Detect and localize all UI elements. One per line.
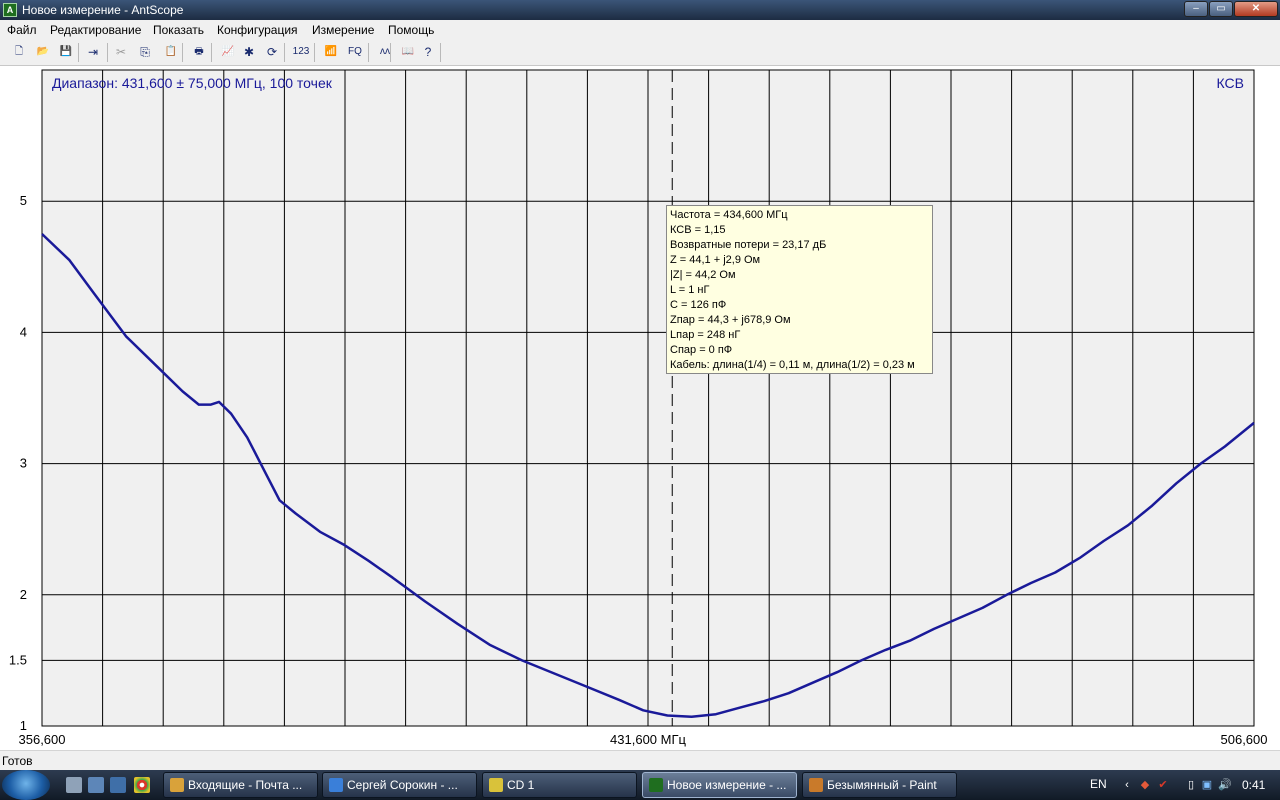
chart-title: Диапазон: 431,600 ± 75,000 МГц, 100 точе… bbox=[52, 75, 333, 91]
readout-parallel-impedance: Zпар = 44,3 + j678,9 Ом bbox=[670, 314, 791, 326]
chart-area: 1 1.5 2 3 4 5 356,600 431,600 МГц 506,600 Диапазо… bbox=[0, 66, 1280, 750]
settings-star-icon[interactable]: ✱ bbox=[240, 43, 258, 61]
readout-return-loss: Возвратные потери = 23,17 дБ bbox=[670, 239, 827, 251]
task-cd1[interactable]: CD 1 bbox=[482, 772, 637, 798]
taskbar: Входящие - Почта ... Сергей Сорокин - ...… bbox=[0, 770, 1280, 800]
title-bar: A Новое измерение - AntScope – ▭ ✕ bbox=[0, 0, 1280, 20]
y-tick-label: 2 bbox=[20, 587, 27, 602]
window-title: Новое измерение - AntScope bbox=[22, 3, 184, 17]
toolbar-separator bbox=[284, 43, 285, 62]
toolbar-separator bbox=[368, 43, 369, 62]
readout-inductance: L = 1 нГ bbox=[670, 284, 710, 296]
start-button[interactable] bbox=[2, 770, 50, 800]
readout-cable-length: Кабель: длина(1/4) = 0,11 м, длина(1/2) … bbox=[670, 359, 915, 371]
menu-edit[interactable]: Редактирование bbox=[50, 23, 141, 37]
task-browser-sorokin[interactable]: Сергей Сорокин - ... bbox=[322, 772, 477, 798]
export-icon[interactable]: ⇥ bbox=[84, 43, 102, 61]
task-label: Безымянный - Paint bbox=[827, 778, 937, 792]
explorer-icon[interactable] bbox=[110, 777, 126, 793]
antenna-icon[interactable]: 📶 bbox=[320, 43, 342, 61]
menu-view[interactable]: Показать bbox=[153, 23, 204, 37]
task-label: CD 1 bbox=[507, 778, 535, 792]
readout-swr: КСВ = 1,15 bbox=[670, 224, 726, 236]
system-tray: EN ‹ ◆ ✔ ▯ ▣ 🔊 0:41 bbox=[1080, 770, 1280, 800]
switch-windows-icon[interactable] bbox=[88, 777, 104, 793]
y-tick-label: 4 bbox=[20, 324, 27, 339]
numeric-icon[interactable]: 123 bbox=[290, 43, 312, 61]
toolbar-separator bbox=[182, 43, 183, 62]
task-app-icon bbox=[489, 778, 503, 792]
status-bar: Готов bbox=[0, 750, 1280, 770]
readout-frequency: Частота = 434,600 МГц bbox=[670, 209, 788, 221]
chart-icon[interactable]: 📈 bbox=[217, 43, 239, 61]
task-paint[interactable]: Безымянный - Paint bbox=[802, 772, 957, 798]
status-text: Готов bbox=[2, 754, 33, 768]
menu-configuration[interactable]: Конфигурация bbox=[217, 23, 298, 37]
toolbar: 🗋 📂 💾 ⇥ ✂ ⎘ 📋 🖶 📈 ✱ ⟳ 123 📶 FQ ʌʌ 📖? bbox=[0, 40, 1280, 66]
task-inbox-mail[interactable]: Входящие - Почта ... bbox=[163, 772, 318, 798]
tray-app-icon[interactable]: ◆ bbox=[1138, 778, 1152, 792]
volume-icon[interactable]: 🔊 bbox=[1218, 778, 1232, 792]
task-label: Сергей Сорокин - ... bbox=[347, 778, 458, 792]
print-icon[interactable]: 🖶 bbox=[188, 43, 210, 61]
paste-icon[interactable]: 📋 bbox=[160, 43, 182, 61]
menu-file[interactable]: Файл bbox=[7, 23, 37, 37]
menu-bar: Файл Редактирование Показать Конфигураци… bbox=[0, 20, 1280, 40]
minimize-button[interactable]: – bbox=[1184, 1, 1208, 17]
y-tick-label: 3 bbox=[20, 456, 27, 471]
show-desktop-icon[interactable] bbox=[66, 777, 82, 793]
swr-chart: 1 1.5 2 3 4 5 356,600 431,600 МГц 506,600 Диапазо… bbox=[9, 69, 1268, 747]
y-axis-label: КСВ bbox=[1217, 75, 1244, 91]
tray-expand-icon[interactable]: ‹ bbox=[1120, 778, 1134, 792]
task-app-icon bbox=[649, 778, 663, 792]
readout-capacitance: C = 126 пФ bbox=[670, 299, 727, 311]
language-indicator[interactable]: EN bbox=[1090, 777, 1107, 791]
menu-help[interactable]: Помощь bbox=[388, 23, 434, 37]
toolbar-separator bbox=[314, 43, 315, 62]
toolbar-separator bbox=[78, 43, 79, 62]
task-app-icon bbox=[809, 778, 823, 792]
task-app-icon bbox=[329, 778, 343, 792]
clock[interactable]: 0:41 bbox=[1242, 778, 1265, 792]
y-tick-label: 5 bbox=[20, 193, 27, 208]
task-label: Входящие - Почта ... bbox=[188, 778, 303, 792]
x-tick-label: 431,600 МГц bbox=[610, 732, 686, 747]
y-tick-label: 1 bbox=[20, 718, 27, 733]
open-folder-icon[interactable]: 📂 bbox=[32, 43, 54, 61]
help-icon[interactable]: ? bbox=[419, 43, 437, 61]
menu-measurement[interactable]: Измерение bbox=[312, 23, 374, 37]
tray-antivirus-icon[interactable]: ✔ bbox=[1156, 778, 1170, 792]
task-antscope[interactable]: Новое измерение - ... bbox=[642, 772, 797, 798]
readout-impedance: Z = 44,1 + j2,9 Ом bbox=[670, 254, 761, 266]
toolbar-separator bbox=[211, 43, 212, 62]
new-file-icon[interactable]: 🗋 bbox=[8, 43, 30, 61]
readout-parallel-inductance: Lпар = 248 нГ bbox=[670, 329, 741, 341]
network-icon[interactable]: ▣ bbox=[1200, 778, 1214, 792]
app-icon: A bbox=[3, 3, 17, 17]
waveform-icon[interactable]: ʌʌ bbox=[374, 43, 396, 61]
x-tick-label: 356,600 bbox=[19, 732, 66, 747]
readout-parallel-capacitance: Cпар = 0 пФ bbox=[670, 344, 733, 356]
cut-icon[interactable]: ✂ bbox=[112, 43, 130, 61]
readout-impedance-magnitude: |Z| = 44,2 Ом bbox=[670, 269, 736, 281]
task-app-icon bbox=[170, 778, 184, 792]
task-label: Новое измерение - ... bbox=[667, 778, 787, 792]
y-tick-label: 1.5 bbox=[9, 652, 27, 667]
refresh-icon[interactable]: ⟳ bbox=[263, 43, 281, 61]
frequency-quick-icon[interactable]: FQ bbox=[344, 43, 366, 61]
save-icon[interactable]: 💾 bbox=[55, 43, 77, 61]
copy-icon[interactable]: ⎘ bbox=[136, 43, 154, 61]
x-tick-label: 506,600 bbox=[1221, 732, 1268, 747]
toolbar-separator bbox=[107, 43, 108, 62]
maximize-button[interactable]: ▭ bbox=[1209, 1, 1233, 17]
tray-device-icon[interactable]: ▯ bbox=[1184, 778, 1198, 792]
close-button[interactable]: ✕ bbox=[1234, 1, 1278, 17]
chrome-icon[interactable] bbox=[134, 777, 150, 793]
book-icon[interactable]: 📖 bbox=[397, 43, 419, 61]
toolbar-separator bbox=[440, 43, 441, 62]
marker-readout-tooltip: Частота = 434,600 МГц КСВ = 1,15 Возврат… bbox=[666, 205, 933, 374]
